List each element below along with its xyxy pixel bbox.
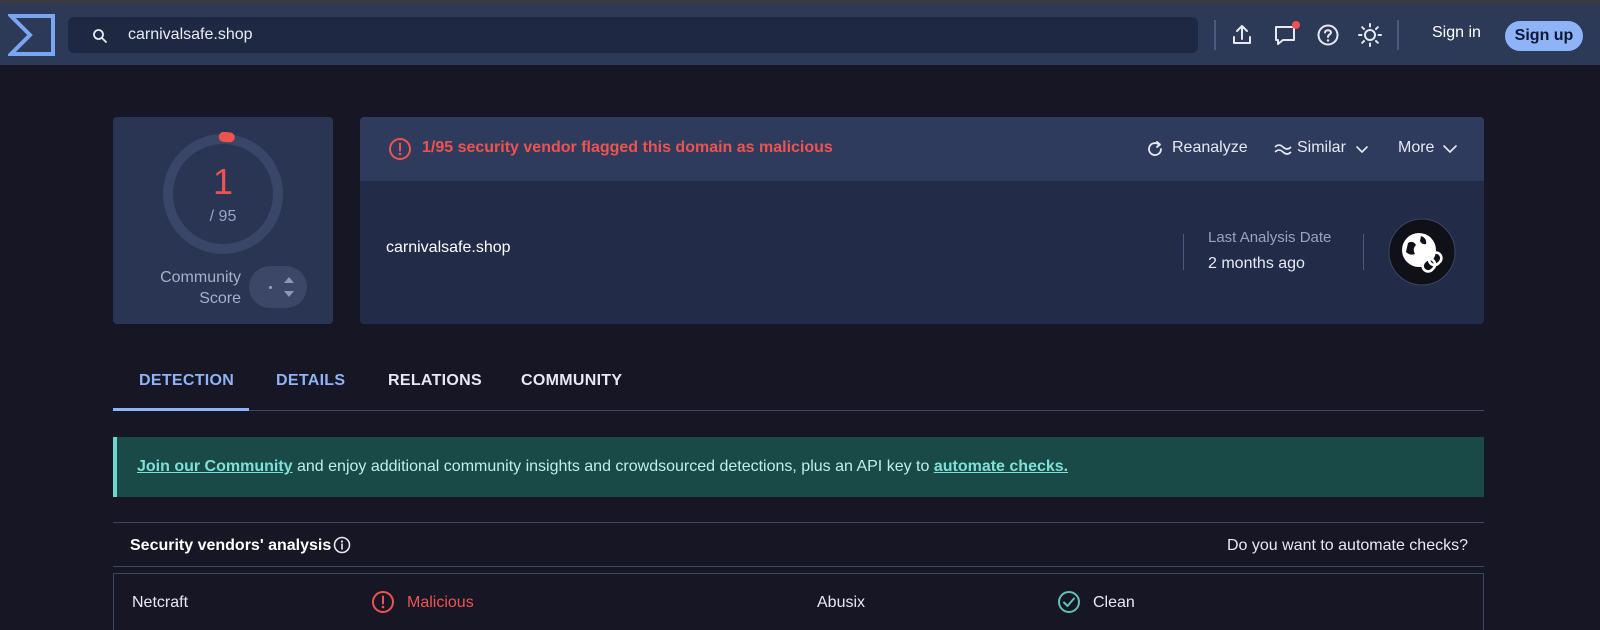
community-vote-control[interactable] <box>249 266 307 308</box>
notification-dot <box>1292 21 1300 29</box>
alert-message: 1/95 security vendor flagged this domain… <box>422 139 833 156</box>
reanalyze-icon[interactable] <box>1146 140 1164 158</box>
domain-globe-link-icon <box>1388 218 1456 286</box>
alert-bar: 1/95 security vendor flagged this domain… <box>360 117 1484 181</box>
detection-count: 1 <box>212 161 234 202</box>
header-divider <box>1397 20 1399 50</box>
summary-divider <box>1183 234 1184 270</box>
vendor-verdict: Clean <box>1093 594 1135 611</box>
summary-divider <box>1363 234 1364 270</box>
search-icon <box>93 29 107 43</box>
detection-score-card: 1 / 95 Community Score <box>113 117 333 324</box>
vendor-verdict: Malicious <box>407 594 474 611</box>
search-bar[interactable]: carnivalsafe.shop <box>68 17 1198 53</box>
vote-dot <box>269 286 272 289</box>
alert-circle-icon <box>389 138 411 160</box>
search-input[interactable]: carnivalsafe.shop <box>128 26 253 44</box>
upload-icon[interactable] <box>1229 22 1255 48</box>
active-tab-indicator <box>113 408 249 411</box>
banner-body: and enjoy additional community insights … <box>292 458 934 475</box>
similar-button[interactable]: Similar <box>1297 139 1346 157</box>
analysis-summary-card: 1/95 security vendor flagged this domain… <box>360 117 1484 324</box>
info-icon[interactable] <box>333 536 351 554</box>
tab-community[interactable]: COMMUNITY <box>521 372 622 390</box>
analyzed-domain: carnivalsafe.shop <box>386 239 511 256</box>
automate-checks-prompt[interactable]: Do you want to automate checks? <box>1227 537 1468 555</box>
chevron-down-icon[interactable] <box>1442 140 1458 158</box>
malicious-alert-icon <box>372 591 394 613</box>
last-analysis-value: 2 months ago <box>1208 255 1305 272</box>
clean-check-icon <box>1058 591 1080 613</box>
chevron-down-icon[interactable] <box>1355 140 1369 158</box>
sign-up-button[interactable]: Sign up <box>1505 21 1583 51</box>
tab-details[interactable]: DETAILS <box>276 372 345 390</box>
vote-arrows-icon[interactable] <box>283 275 295 299</box>
community-score-label: Community Score <box>160 269 241 307</box>
tab-detection[interactable]: DETECTION <box>139 372 234 390</box>
vendor-name: Abusix <box>817 594 866 611</box>
table-row: Netcraft Malicious Abusix Clean <box>113 573 1484 630</box>
tab-bar: DETECTION DETAILS RELATIONS COMMUNITY <box>113 357 1484 411</box>
sign-in-link[interactable]: Sign in <box>1432 24 1481 42</box>
tab-relations[interactable]: RELATIONS <box>388 372 482 390</box>
vendor-name: Netcraft <box>132 594 189 611</box>
last-analysis-label: Last Analysis Date <box>1208 229 1332 246</box>
similar-icon[interactable] <box>1273 140 1293 158</box>
top-bar: carnivalsafe.shop Sign in Sign up <box>0 4 1600 65</box>
theme-sun-icon[interactable] <box>1357 22 1383 48</box>
community-banner: Join our Community and enjoy additional … <box>113 437 1484 497</box>
more-button[interactable]: More <box>1398 139 1434 157</box>
help-icon[interactable] <box>1315 22 1341 48</box>
reanalyze-button[interactable]: Reanalyze <box>1172 139 1248 157</box>
vendors-title: Security vendors' analysis <box>130 537 332 554</box>
vendors-header: Security vendors' analysis Do you want t… <box>113 523 1484 567</box>
automate-checks-link[interactable]: automate checks. <box>934 458 1068 475</box>
detection-total: / 95 <box>209 208 237 225</box>
header-divider <box>1214 20 1216 50</box>
security-vendors-section: Security vendors' analysis Do you want t… <box>113 522 1484 630</box>
banner-text: Join our Community and enjoy additional … <box>137 458 1068 476</box>
join-community-link[interactable]: Join our Community <box>137 458 293 475</box>
virustotal-logo-icon[interactable] <box>8 13 56 57</box>
